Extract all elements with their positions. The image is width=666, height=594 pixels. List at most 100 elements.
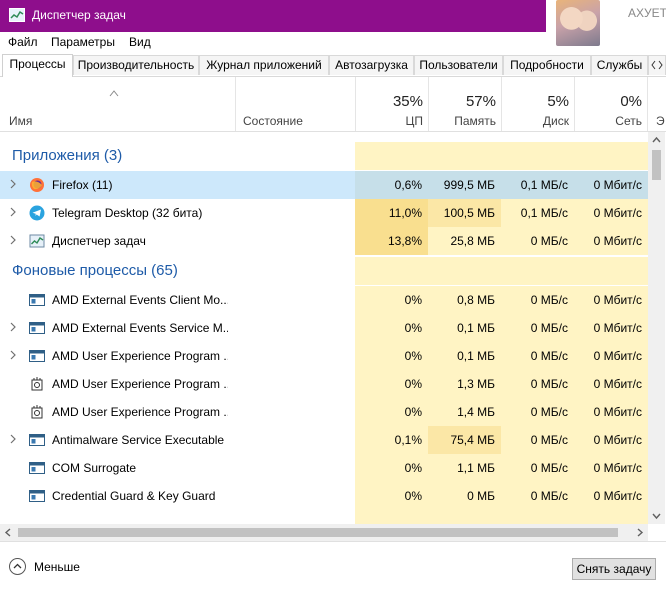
memory-value: 999,5 МБ (443, 178, 495, 192)
vertical-scrollbar[interactable] (648, 132, 665, 524)
column-divider[interactable] (647, 77, 648, 131)
heat-cell (428, 510, 501, 524)
header-cpu-pct[interactable]: 35% (355, 93, 423, 110)
memory-value: 25,8 МБ (450, 234, 495, 248)
memory-value: 1,4 МБ (457, 405, 495, 419)
header-cpu[interactable]: ЦП (355, 114, 423, 128)
process-row[interactable]: Credential Guard & Key Guard 0% 0 МБ 0 МБ/с… (0, 482, 648, 510)
memory-value: 1,1 МБ (457, 461, 495, 475)
process-row[interactable]: AMD External Events Client Mo... 0% 0,8 МБ… (0, 286, 648, 314)
cpu-value: 0% (404, 321, 422, 335)
header-extra[interactable]: Э (656, 114, 665, 128)
horizontal-scrollbar[interactable] (0, 524, 648, 541)
header-disk-pct[interactable]: 5% (501, 93, 569, 110)
group-header-background: Фоновые процессы (65) (0, 257, 648, 285)
scroll-left-icon[interactable] (0, 524, 16, 541)
header-network-pct[interactable]: 0% (574, 93, 642, 110)
avatar (556, 0, 600, 46)
network-value: 0 Мбит/с (593, 461, 642, 475)
memory-value: 1,3 МБ (457, 377, 495, 391)
heat-cell (428, 257, 501, 285)
header-network[interactable]: Сеть (574, 114, 642, 128)
tab-details[interactable]: Подробности (503, 55, 591, 75)
telegram-icon (29, 205, 45, 221)
process-name: AMD External Events Client Mo... (52, 293, 228, 307)
disk-value: 0,1 МБ/с (520, 178, 568, 192)
network-value: 0 Мбит/с (593, 405, 642, 419)
chevron-right-icon[interactable] (9, 207, 17, 217)
memory-value: 0,1 МБ (457, 349, 495, 363)
tab-scroll-arrows[interactable] (648, 55, 666, 75)
tab-users[interactable]: Пользователи (414, 55, 503, 75)
network-value: 0 Мбит/с (593, 489, 642, 503)
gear-process-icon (29, 404, 45, 420)
menu-file[interactable]: Файл (8, 35, 38, 49)
header-memory-pct[interactable]: 57% (428, 93, 496, 110)
tab-services[interactable]: Службы (591, 55, 648, 75)
menu-bar: Файл Параметры Вид (0, 32, 546, 52)
group-title: Приложения (3) (12, 147, 123, 164)
process-row[interactable]: AMD User Experience Program ... 0% 0,1 МБ 0… (0, 342, 648, 370)
chevron-right-icon[interactable] (9, 322, 17, 332)
header-name[interactable]: Имя (9, 114, 32, 128)
process-name: Antimalware Service Executable (52, 433, 225, 447)
horizontal-scroll-thumb[interactable] (18, 528, 618, 537)
tab-app-history[interactable]: Журнал приложений (199, 55, 329, 75)
header-disk[interactable]: Диск (501, 114, 569, 128)
cpu-value: 0,1% (394, 433, 422, 447)
cpu-value: 0% (404, 461, 422, 475)
process-row[interactable]: Telegram Desktop (32 бита) 11,0% 100,5 МБ 0… (0, 199, 648, 227)
task-manager-icon (29, 233, 45, 249)
tab-scroll-icon (651, 60, 663, 70)
service-window-icon (29, 432, 45, 448)
network-value: 0 Мбит/с (593, 321, 642, 335)
tab-startup[interactable]: Автозагрузка (329, 55, 414, 75)
network-value: 0 Мбит/с (593, 206, 642, 220)
sort-up-icon (109, 90, 119, 97)
column-divider[interactable] (235, 77, 236, 131)
process-name: Credential Guard & Key Guard (52, 489, 216, 503)
gear-process-icon (29, 376, 45, 392)
vertical-scroll-thumb[interactable] (652, 150, 661, 180)
tab-processes[interactable]: Процессы (2, 54, 73, 77)
cpu-value: 0% (404, 489, 422, 503)
heat-cell (574, 257, 648, 285)
user-area: АХУЕТ (546, 0, 666, 50)
header-memory[interactable]: Память (428, 114, 496, 128)
process-row[interactable]: Firefox (11) 0,6% 999,5 МБ 0,1 МБ/с 0 Мбит/с (0, 171, 648, 199)
user-name: АХУЕТ (628, 6, 666, 20)
network-value: 0 Мбит/с (593, 234, 642, 248)
scroll-down-icon[interactable] (648, 508, 665, 524)
service-window-icon (29, 488, 45, 504)
menu-view[interactable]: Вид (129, 35, 151, 49)
scroll-right-icon[interactable] (632, 524, 648, 541)
disk-value: 0 МБ/с (530, 377, 568, 391)
cpu-value: 13,8% (387, 234, 422, 248)
process-row[interactable]: AMD User Experience Program ... 0% 1,4 МБ 0… (0, 398, 648, 426)
process-row[interactable]: Antimalware Service Executable 0,1% 75,4 М… (0, 426, 648, 454)
process-name: Telegram Desktop (32 бита) (52, 206, 203, 220)
process-row[interactable]: Диспетчер задач 13,8% 25,8 МБ 0 МБ/с 0 Мбит/… (0, 227, 648, 255)
end-task-button[interactable]: Снять задачу (572, 558, 656, 580)
chevron-right-icon[interactable] (9, 235, 17, 245)
cpu-value: 0% (404, 377, 422, 391)
process-name: AMD User Experience Program ... (52, 349, 228, 363)
process-row[interactable]: AMD User Experience Program ... 0% 1,3 МБ 0… (0, 370, 648, 398)
process-row-partial[interactable] (0, 510, 648, 524)
scroll-up-icon[interactable] (648, 132, 665, 148)
firefox-icon (29, 177, 45, 193)
disk-value: 0 МБ/с (530, 321, 568, 335)
heat-cell (501, 142, 574, 170)
chevron-right-icon[interactable] (9, 434, 17, 444)
menu-parameters[interactable]: Параметры (51, 35, 115, 49)
heat-cell (355, 142, 428, 170)
process-row[interactable]: AMD External Events Service M... 0% 0,1 МБ… (0, 314, 648, 342)
disk-value: 0 МБ/с (530, 489, 568, 503)
process-row[interactable]: COM Surrogate 0% 1,1 МБ 0 МБ/с 0 Мбит/с (0, 454, 648, 482)
chevron-right-icon[interactable] (9, 350, 17, 360)
fewer-details-label: Меньше (34, 560, 80, 574)
heat-cell (574, 510, 648, 524)
header-status[interactable]: Состояние (243, 114, 303, 128)
tab-performance[interactable]: Производительность (73, 55, 199, 75)
chevron-right-icon[interactable] (9, 179, 17, 189)
